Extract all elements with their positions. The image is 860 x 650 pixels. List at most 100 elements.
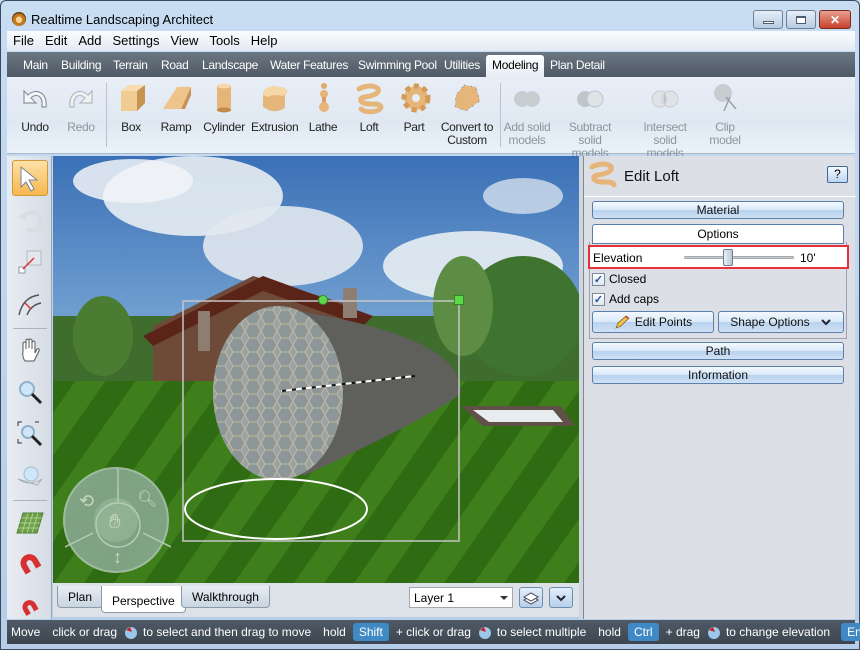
- loft-button[interactable]: Loft: [353, 81, 385, 134]
- menu-file[interactable]: File: [7, 31, 39, 48]
- pan-tool[interactable]: [12, 332, 48, 368]
- clip-model-button[interactable]: Clip model: [707, 81, 743, 147]
- layers-button[interactable]: [519, 587, 543, 608]
- edit-points-label: Edit Points: [634, 315, 693, 329]
- rotate-icon: [18, 210, 43, 233]
- magnet-small-icon: [22, 600, 39, 616]
- minimize-button[interactable]: [753, 10, 783, 29]
- maximize-button[interactable]: [786, 10, 816, 29]
- close-button[interactable]: ✕: [819, 10, 851, 29]
- tab-modeling[interactable]: Modeling: [486, 55, 545, 77]
- zoom-tool[interactable]: [12, 374, 48, 410]
- status-mode: Move: [11, 625, 41, 639]
- extrusion-button[interactable]: Extrusion: [251, 81, 299, 134]
- menu-help[interactable]: Help: [245, 31, 283, 48]
- redo-icon: [64, 81, 98, 115]
- edit-loft-panel: Edit Loft ? Material Options Elevation 1…: [583, 156, 856, 619]
- menu-edit[interactable]: Edit: [39, 31, 72, 48]
- box-button[interactable]: Box: [115, 81, 147, 134]
- resize-handle[interactable]: [454, 295, 464, 305]
- convert-to-custom-button[interactable]: Convert to Custom: [439, 81, 495, 147]
- tab-plan[interactable]: Plan: [57, 586, 104, 608]
- status-hint: hold: [323, 625, 346, 639]
- undo-button[interactable]: Undo: [17, 81, 53, 134]
- navigation-wheel[interactable]: ⟲ 🔍︎ ✋︎ ↕: [63, 467, 172, 573]
- ribbon-tabs: Main Building Terrain Road Landscape Wat…: [7, 52, 855, 77]
- menu-add[interactable]: Add: [72, 31, 106, 48]
- part-button[interactable]: Part: [399, 81, 431, 134]
- redo-button[interactable]: Redo: [63, 81, 99, 134]
- resize-tool[interactable]: [12, 244, 48, 280]
- zoom-extents-icon: [17, 421, 43, 447]
- tab-landscape[interactable]: Landscape: [196, 55, 264, 77]
- maximize-icon: [796, 15, 806, 24]
- shape-options-button[interactable]: Shape Options: [718, 311, 844, 333]
- elevation-label: Elevation: [593, 251, 643, 265]
- layer-dropdown[interactable]: Layer 1: [409, 587, 513, 608]
- zoom-extents-tool[interactable]: [12, 416, 48, 452]
- redo-label: Redo: [67, 120, 95, 134]
- material-button[interactable]: Material: [592, 201, 844, 219]
- tab-building[interactable]: Building: [55, 55, 107, 77]
- tab-plan-detail[interactable]: Plan Detail: [544, 55, 611, 77]
- menu-tools[interactable]: Tools: [203, 31, 244, 48]
- subtract-solid-models-button[interactable]: Subtract solid models: [559, 81, 621, 160]
- rotate-tool[interactable]: [12, 202, 48, 238]
- shift-key-badge: Shift: [352, 623, 389, 641]
- tab-water-features[interactable]: Water Features: [264, 55, 354, 77]
- options-button[interactable]: Options: [592, 224, 844, 244]
- tab-swimming-pool[interactable]: Swimming Pool: [352, 55, 443, 77]
- minimize-icon: [762, 21, 774, 24]
- tab-perspective[interactable]: Perspective: [101, 586, 186, 613]
- ramp-button[interactable]: Ramp: [155, 81, 197, 134]
- ctrl-key-badge: Ctrl: [627, 623, 659, 641]
- path-button[interactable]: Path: [592, 342, 844, 360]
- menu-view[interactable]: View: [164, 31, 203, 48]
- information-button[interactable]: Information: [592, 366, 844, 384]
- snap-options-tool[interactable]: [12, 588, 48, 624]
- intersect-icon: [648, 81, 682, 115]
- mouse-icon: [123, 624, 138, 640]
- hand-icon[interactable]: ✋︎: [109, 511, 120, 534]
- orbit-icon[interactable]: ⟲: [79, 491, 94, 512]
- lathe-icon: [307, 81, 341, 115]
- tab-road[interactable]: Road: [155, 55, 195, 77]
- lathe-button[interactable]: Lathe: [307, 81, 339, 134]
- subtract-icon: [573, 81, 607, 115]
- rotate-handle[interactable]: [318, 295, 328, 305]
- cylinder-button[interactable]: Cylinder: [203, 81, 245, 134]
- elevation-input[interactable]: 10': [798, 249, 844, 266]
- chevron-down-icon: [500, 596, 508, 600]
- menu-bar: File Edit Add Settings View Tools Help: [7, 31, 855, 51]
- snap-tool[interactable]: [12, 546, 48, 582]
- layer-value: Layer 1: [414, 591, 455, 605]
- edit-points-button[interactable]: Edit Points: [592, 311, 714, 333]
- vertical-move-icon[interactable]: ↕: [113, 547, 122, 568]
- checkmark-icon: ✓: [592, 292, 605, 306]
- tab-terrain[interactable]: Terrain: [107, 55, 154, 77]
- elevation-slider[interactable]: [684, 256, 794, 259]
- polygon-icon: [450, 81, 484, 115]
- magnifier-icon[interactable]: 🔍︎: [137, 489, 157, 509]
- curve-tool[interactable]: [12, 286, 48, 322]
- extrusion-label: Extrusion: [251, 120, 299, 134]
- orbit-tool[interactable]: [12, 458, 48, 494]
- tab-walkthrough[interactable]: Walkthrough: [181, 586, 270, 608]
- help-button[interactable]: ?: [827, 166, 848, 183]
- select-tool[interactable]: [12, 160, 48, 196]
- closed-checkbox[interactable]: ✓ Closed: [592, 272, 646, 286]
- 3d-viewport[interactable]: ⟲ 🔍︎ ✋︎ ↕: [53, 156, 579, 583]
- tab-utilities[interactable]: Utilities: [438, 55, 486, 77]
- tool-separator: [13, 328, 47, 329]
- add-solid-models-button[interactable]: Add solid models: [503, 81, 551, 147]
- intersect-solid-models-button[interactable]: Intersect solid models: [631, 81, 699, 160]
- layer-options-button[interactable]: [549, 587, 573, 608]
- loft-icon: [589, 161, 617, 188]
- menu-settings[interactable]: Settings: [107, 31, 165, 48]
- tab-main[interactable]: Main: [17, 55, 54, 77]
- grid-tool[interactable]: [12, 504, 48, 540]
- add-caps-checkbox[interactable]: ✓ Add caps: [592, 292, 659, 306]
- undo-icon: [18, 81, 52, 115]
- closed-label: Closed: [609, 272, 647, 286]
- elevation-slider-thumb[interactable]: [723, 249, 733, 266]
